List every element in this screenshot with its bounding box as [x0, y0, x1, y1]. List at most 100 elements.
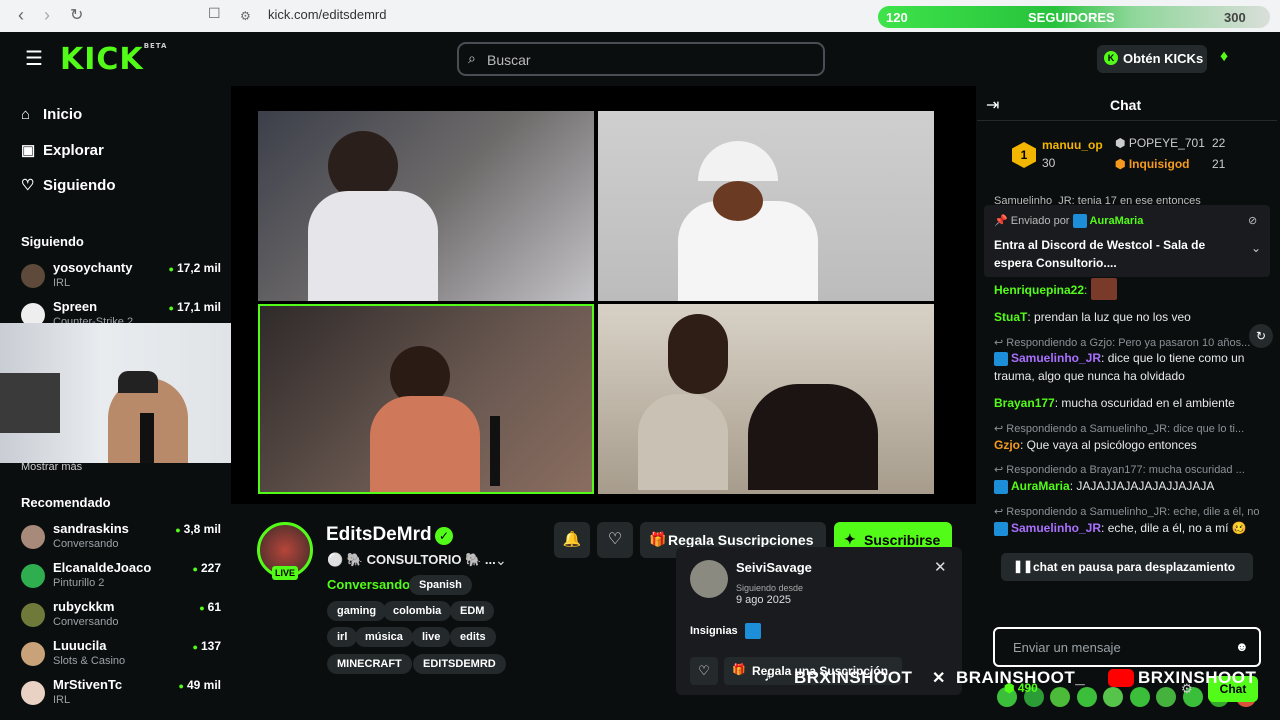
- subscriber-badge-icon: [994, 351, 1008, 366]
- back-icon[interactable]: ‹: [18, 5, 24, 26]
- follower-count: 120: [886, 10, 908, 25]
- video-person-shirt: [308, 191, 438, 301]
- site-info-icon[interactable]: ⚙: [240, 9, 251, 23]
- video-tile-4: [598, 304, 934, 494]
- tag-musica[interactable]: música: [355, 627, 413, 647]
- youtube-icon: [1108, 669, 1134, 687]
- video-tile-2: [598, 111, 934, 301]
- bell-icon: 🔔: [562, 531, 582, 548]
- language-tag[interactable]: Spanish: [409, 575, 472, 595]
- user-avatar: [690, 560, 728, 598]
- follower-goal: 300: [1224, 10, 1246, 25]
- chat-message: StuaT: prendan la luz que no los veo: [994, 310, 1191, 324]
- bookmark-icon[interactable]: ☐: [208, 5, 221, 22]
- tag-live[interactable]: live: [412, 627, 451, 647]
- leader-1-name[interactable]: manuu_op: [1042, 138, 1103, 152]
- tag-editsdemrd[interactable]: EDITSDEMRD: [413, 654, 506, 674]
- chevron-down-icon[interactable]: ⌄: [495, 552, 507, 569]
- chat-panel: ⇥ Chat 1 manuu_op 30 ⬢ POPEYE_701 22 ⬢ I…: [977, 86, 1277, 720]
- following-section-title: Siguiendo: [21, 234, 84, 249]
- avatar: [21, 564, 45, 588]
- chat-message: AuraMaria: JAJAJJAJAJAJAJJAJAJA: [994, 477, 1262, 495]
- leader-3-name[interactable]: ⬢ Inquisigod: [1115, 157, 1189, 171]
- sidebar-channel-elcanaldejoaco[interactable]: ElcanaldeJoaco Pinturillo 2 227: [21, 560, 221, 594]
- video-player[interactable]: [231, 86, 976, 504]
- hide-pin-icon[interactable]: ⊘: [1248, 214, 1257, 227]
- get-kicks-button[interactable]: K Obtén KICKs: [1097, 45, 1207, 73]
- tag-edits[interactable]: edits: [450, 627, 496, 647]
- video-tile-3-active: [258, 304, 594, 494]
- tag-minecraft[interactable]: MINECRAFT: [327, 654, 412, 674]
- leader-2-count: 22: [1212, 136, 1226, 150]
- reply-context: ↩ Respondiendo a Samuelinho_JR: dice que…: [994, 423, 1245, 435]
- subscriber-badge-icon: [1072, 214, 1087, 229]
- badges-label: Insignias: [690, 625, 738, 637]
- tag-colombia[interactable]: colombia: [383, 601, 452, 621]
- address-bar[interactable]: kick.com/editsdemrd: [268, 7, 386, 22]
- hexagon-icon: ⬢: [1115, 157, 1126, 171]
- tag-irl[interactable]: irl: [327, 627, 358, 647]
- heart-icon: ♡: [21, 177, 35, 194]
- follower-label: SEGUIDORES: [1028, 10, 1115, 25]
- recommended-section-title: Recomendado: [21, 495, 111, 510]
- follower-goal-overlay: 120 SEGUIDORES 300: [878, 6, 1270, 28]
- subscriber-badge-icon: [994, 479, 1008, 494]
- chat-message: Gzjo: Que vaya al psicólogo entonces: [994, 438, 1197, 452]
- x-handle: BRAINSHOOT_: [956, 668, 1086, 687]
- sidebar-channel-yosoychanty[interactable]: yosoychanty IRL 17,2 mil: [21, 260, 221, 294]
- stream-category-link[interactable]: Conversando: [327, 577, 410, 592]
- nav-following[interactable]: ♡ Siguiendo: [21, 176, 116, 194]
- video-microphone: [490, 416, 500, 486]
- video-person-cap: [698, 141, 778, 181]
- heart-icon: ♡: [607, 531, 623, 548]
- emoji-icon[interactable]: ☻: [1235, 639, 1249, 654]
- star-icon: ✦: [844, 531, 856, 547]
- sidebar-channel-mrstiventc[interactable]: MrStivenTc IRL 49 mil: [21, 677, 221, 711]
- forward-icon[interactable]: ›: [44, 5, 50, 26]
- follow-heart-button[interactable]: ♡: [597, 522, 633, 558]
- search-icon: ⌕: [468, 50, 476, 66]
- leader-3-count: 21: [1212, 157, 1226, 171]
- avatar: [21, 681, 45, 705]
- home-icon: ⌂: [21, 106, 31, 123]
- nav-explore[interactable]: ▣ Explorar: [21, 141, 104, 159]
- chat-paused-banner[interactable]: ❚❚ chat en pausa para desplazamiento: [1001, 553, 1253, 581]
- facecam-microphone: [140, 413, 154, 463]
- following-since-date: 9 ago 2025: [736, 594, 792, 606]
- stream-title: ⚪ 🐘 CONSULTORIO 🐘 ...: [327, 552, 496, 567]
- pin-icon: 📌: [994, 215, 1008, 227]
- scroll-reset-icon[interactable]: ↻: [1249, 324, 1273, 348]
- sidebar-channel-luuucila[interactable]: Luuucila Slots & Casino 137: [21, 638, 221, 672]
- notification-bell-button[interactable]: 🔔: [554, 522, 590, 558]
- chevron-down-icon[interactable]: ⌄: [1251, 241, 1261, 255]
- browser-toolbar: ‹ › ↻ ☐ ⚙ kick.com/editsdemrd 120 SEGUID…: [0, 0, 1280, 32]
- collapse-chat-icon[interactable]: ⇥: [986, 95, 999, 115]
- tag-edm[interactable]: EDM: [450, 601, 495, 621]
- channel-name[interactable]: EditsDeMrd: [326, 524, 432, 546]
- pinned-by: 📌 Enviado por AuraMaria: [994, 214, 1144, 229]
- avatar: [21, 525, 45, 549]
- search-input[interactable]: ⌕ Buscar: [457, 42, 825, 76]
- reload-icon[interactable]: ↻: [70, 5, 83, 25]
- avatar: [21, 642, 45, 666]
- flame-icon[interactable]: ♦: [1220, 48, 1228, 66]
- sidebar-channel-rubyckkm[interactable]: rubyckkm Conversando 61: [21, 599, 221, 633]
- facecam-cap: [118, 371, 158, 393]
- close-icon[interactable]: ✕: [934, 558, 947, 576]
- tag-gaming[interactable]: gaming: [327, 601, 387, 621]
- nav-home[interactable]: ⌂ Inicio: [21, 106, 82, 123]
- kick-logo[interactable]: KICKBETA: [60, 42, 167, 77]
- chat-title: Chat: [1110, 97, 1142, 113]
- explore-icon: ▣: [21, 142, 36, 159]
- user-name: SeiviSavage: [736, 560, 812, 575]
- sidebar-channel-sandraskins[interactable]: sandraskins Conversando 3,8 mil: [21, 521, 221, 555]
- chat-message: Samuelinho_JR: dice que lo tiene como un…: [994, 351, 1245, 383]
- following-since-label: Siguiendo desde: [736, 583, 804, 593]
- avatar: [21, 264, 45, 288]
- facecam-overlay: [0, 323, 250, 463]
- leader-2-name[interactable]: ⬢ POPEYE_701: [1115, 136, 1205, 150]
- heart-icon[interactable]: ♡: [690, 657, 718, 685]
- x-icon: ✕: [932, 670, 946, 687]
- menu-icon[interactable]: ☰: [25, 46, 43, 71]
- hexagon-icon: ⬢: [1115, 136, 1126, 150]
